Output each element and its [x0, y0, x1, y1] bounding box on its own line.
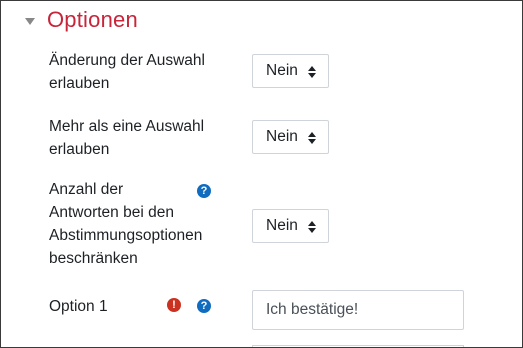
- question-circle-icon[interactable]: ?: [197, 184, 211, 198]
- field-label-line: erlauben: [49, 75, 110, 92]
- field-label-line: Mehr als eine Auswahl: [49, 118, 205, 135]
- field-label-line: Antworten bei den: [49, 204, 174, 221]
- select-limit-answers[interactable]: Nein: [252, 209, 329, 243]
- field-label-limit-answers: Anzahl der Antworten bei den Abstimmungs…: [49, 178, 202, 270]
- select-allow-update[interactable]: Nein: [252, 54, 329, 88]
- exclamation-circle-icon[interactable]: !: [167, 298, 181, 312]
- sort-arrows-icon: [308, 66, 316, 78]
- field-label-line: Änderung der Auswahl: [49, 52, 205, 69]
- sort-arrows-icon: [308, 132, 316, 144]
- option-1-input[interactable]: [252, 290, 464, 330]
- question-circle-icon[interactable]: ?: [197, 299, 211, 313]
- caret-down-icon: [25, 17, 35, 25]
- select-value: Nein: [266, 62, 298, 79]
- field-label-line: Anzahl der: [49, 181, 124, 198]
- field-label-allow-multiple: Mehr als eine Auswahl erlauben: [49, 115, 204, 161]
- field-label-option-1: Option 1: [49, 298, 108, 315]
- section-toggle-options[interactable]: Optionen: [25, 7, 138, 33]
- sort-arrows-icon: [308, 221, 316, 233]
- field-label-allow-update: Änderung der Auswahl erlauben: [49, 49, 205, 95]
- select-value: Nein: [266, 217, 298, 234]
- field-label-line: erlauben: [49, 141, 110, 158]
- select-allow-multiple[interactable]: Nein: [252, 120, 329, 154]
- select-value: Nein: [266, 128, 298, 145]
- options-panel: Optionen Änderung der Auswahl erlauben N…: [0, 0, 523, 348]
- field-label-line: beschränken: [49, 250, 138, 267]
- field-label-line: Abstimmungsoptionen: [49, 227, 203, 244]
- section-title: Optionen: [47, 7, 138, 32]
